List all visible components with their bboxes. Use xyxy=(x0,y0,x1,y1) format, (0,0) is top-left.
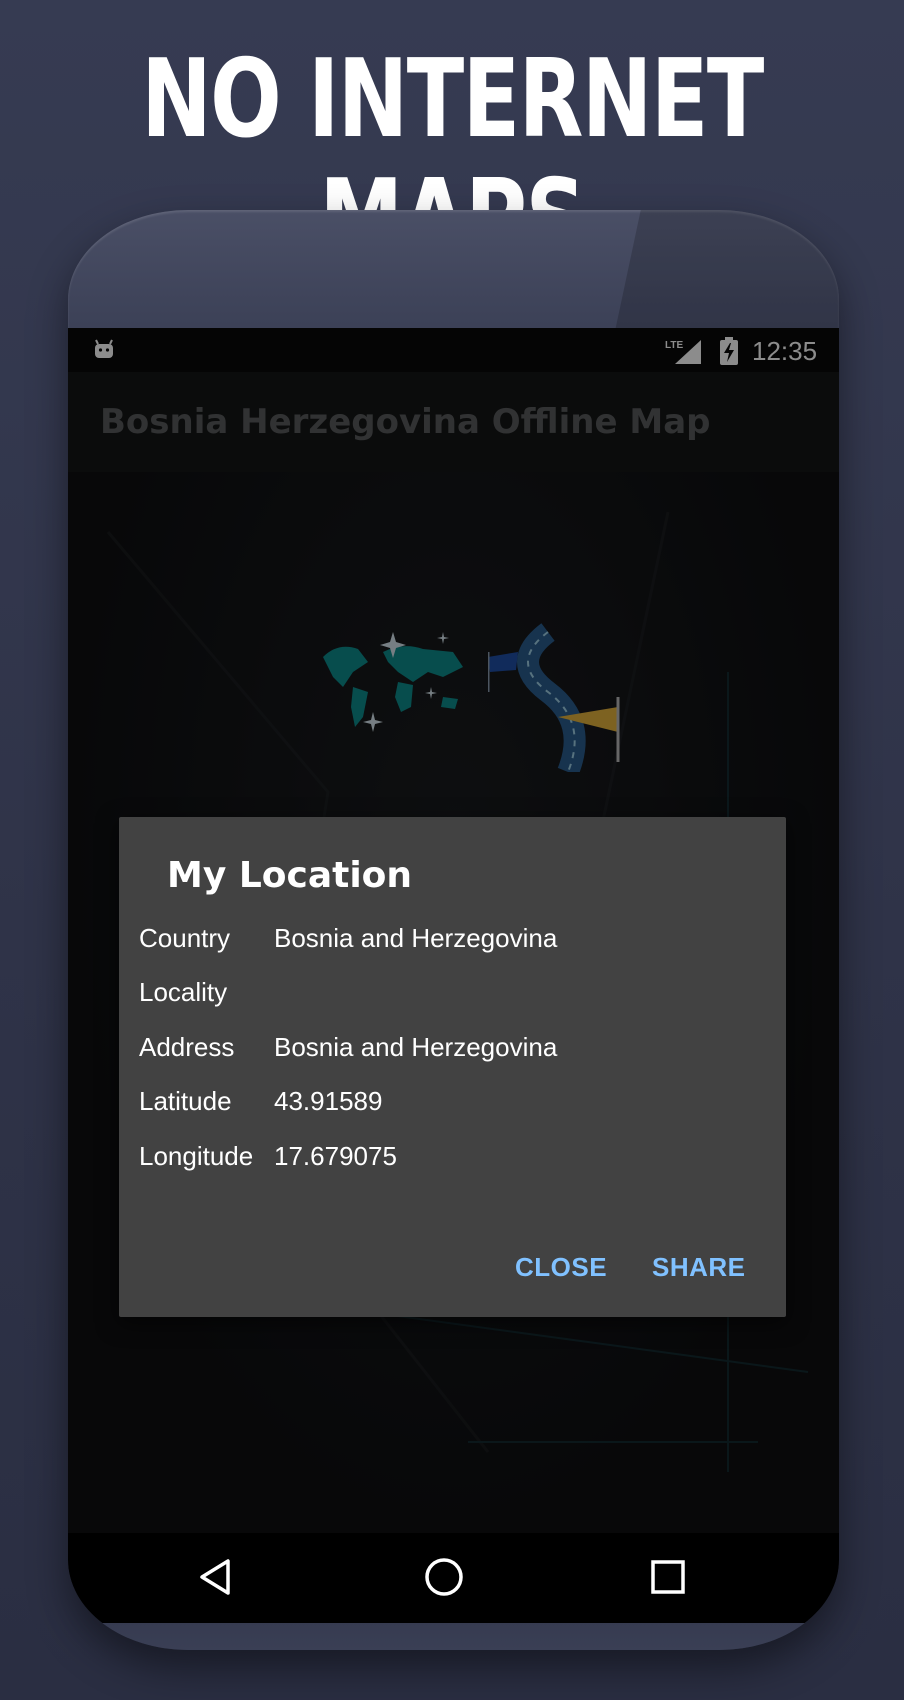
home-icon[interactable] xyxy=(422,1555,466,1599)
row-value: 43.91589 xyxy=(274,1086,383,1116)
row-value: Bosnia and Herzegovina xyxy=(274,1032,558,1062)
dialog-title: My Location xyxy=(167,855,413,896)
phone-frame: LTE 12:35 Bosnia Herzegovina Offline Map xyxy=(68,210,839,1650)
row-label: Locality xyxy=(139,977,228,1007)
row-label: Country xyxy=(139,923,231,953)
row-label: Latitude xyxy=(139,1086,232,1116)
close-button[interactable]: CLOSE xyxy=(515,1252,607,1283)
phone-screen: LTE 12:35 Bosnia Herzegovina Offline Map xyxy=(68,328,839,1533)
recents-icon[interactable] xyxy=(646,1555,690,1599)
row-value: 17.679075 xyxy=(274,1141,397,1171)
share-button[interactable]: SHARE xyxy=(652,1252,746,1283)
row-label: Address xyxy=(139,1032,235,1062)
back-icon[interactable] xyxy=(194,1555,238,1599)
my-location-dialog: My Location Country Bosnia and Herzegovi… xyxy=(119,817,786,1317)
row-label: Longitude xyxy=(139,1141,254,1171)
phone-gloss xyxy=(615,210,839,330)
nav-bar xyxy=(68,1533,839,1623)
row-value: Bosnia and Herzegovina xyxy=(274,923,558,953)
